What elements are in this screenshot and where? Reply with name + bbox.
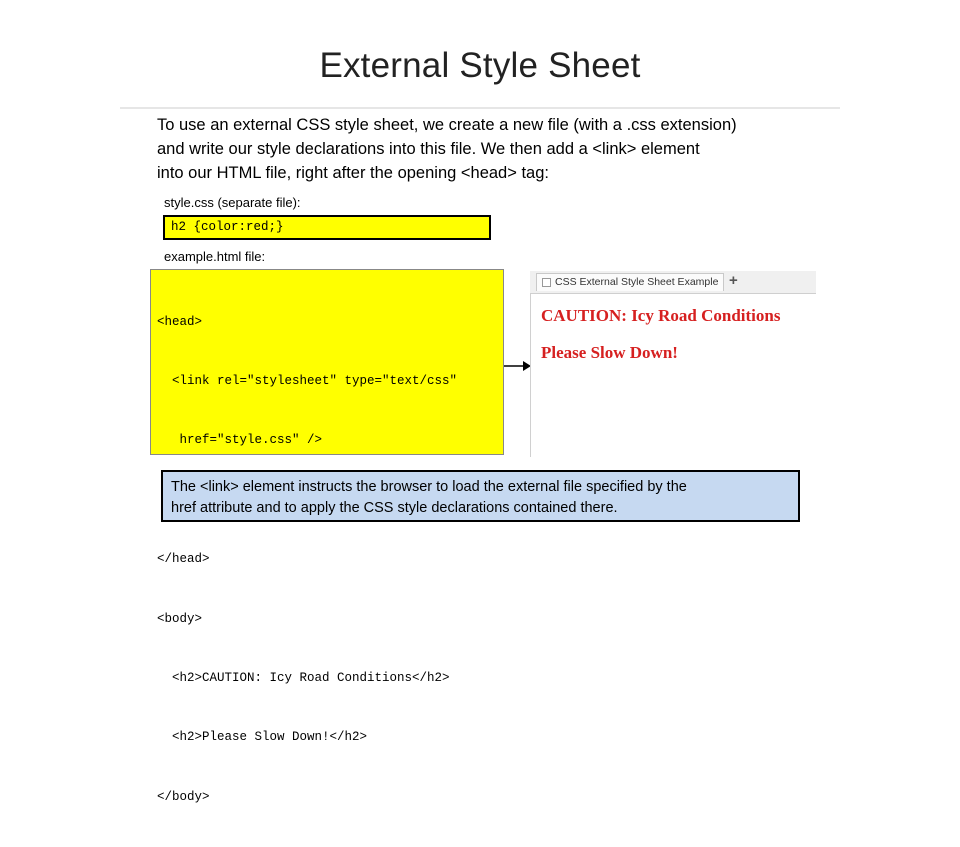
browser-tab-title: CSS External Style Sheet Example — [555, 276, 719, 288]
note-text: The <link> element instructs the browser… — [171, 477, 791, 519]
code-line: <body> — [157, 611, 203, 626]
html-code: <head> <link rel="stylesheet" type="text… — [157, 273, 457, 847]
css-code: h2 {color:red;} — [171, 220, 284, 234]
slide-title: External Style Sheet — [319, 46, 641, 85]
title-divider — [120, 107, 840, 109]
note-line: The <link> element instructs the browser… — [171, 479, 687, 495]
code-line: href="style.css" /> — [157, 433, 323, 448]
intro-paragraph: To use an external CSS style sheet, we c… — [157, 113, 807, 185]
code-line: <head> — [157, 314, 203, 329]
arrow-icon — [504, 361, 531, 371]
css-file-label: style.css (separate file): — [164, 195, 301, 210]
code-line: </body> — [157, 789, 210, 804]
code-line: <h2>Please Slow Down!</h2> — [157, 730, 368, 745]
new-tab-icon[interactable]: + — [729, 272, 738, 289]
note-line: href attribute and to apply the CSS styl… — [171, 500, 618, 516]
rendered-heading-caution: CAUTION: Icy Road Conditions — [541, 306, 781, 325]
page-icon — [542, 278, 551, 287]
code-line: </head> — [157, 552, 210, 567]
intro-line: into our HTML file, right after the open… — [157, 164, 549, 182]
browser-tab[interactable]: CSS External Style Sheet Example — [536, 273, 724, 291]
code-line: <link rel="stylesheet" type="text/css" — [157, 373, 458, 388]
intro-line: and write our style declarations into th… — [157, 140, 700, 158]
intro-line: To use an external CSS style sheet, we c… — [157, 116, 737, 134]
browser-preview: CSS External Style Sheet Example + CAUTI… — [530, 271, 816, 457]
css-code-box: h2 {color:red;} — [163, 215, 491, 240]
rendered-heading-slow-down: Please Slow Down! — [541, 343, 678, 362]
html-code-box: <head> <link rel="stylesheet" type="text… — [150, 269, 504, 804]
browser-viewport: CAUTION: Icy Road Conditions Please Slow… — [530, 294, 816, 457]
html-file-label: example.html file: — [164, 249, 266, 264]
code-line: <h2>CAUTION: Icy Road Conditions</h2> — [157, 670, 450, 685]
explanation-note: The <link> element instructs the browser… — [161, 470, 800, 522]
browser-tab-bar: CSS External Style Sheet Example + — [530, 271, 816, 294]
